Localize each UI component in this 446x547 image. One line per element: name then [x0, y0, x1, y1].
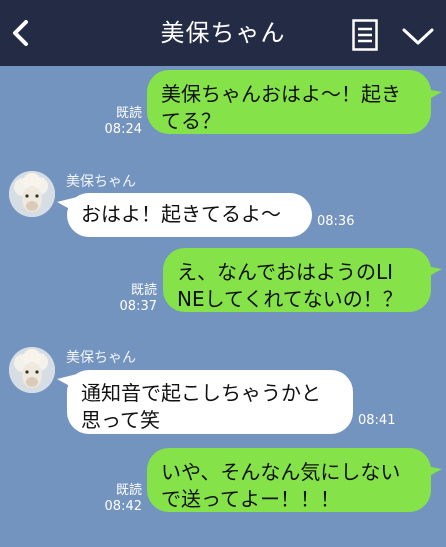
message-bubble-received[interactable]: 通知音で起こしちゃうかと 思って笑 — [67, 370, 353, 434]
sender-name: 美保ちゃん — [66, 350, 136, 366]
message-line: え、なんでおはようのLI — [177, 260, 394, 284]
sheep-avatar-icon — [9, 347, 55, 393]
message-time: 08:24 — [104, 122, 142, 137]
message-bubble-sent[interactable]: いや、そんなん気にしない で送ってよー！！！ — [147, 448, 431, 512]
message-time: 08:41 — [358, 413, 396, 428]
message-line: おはよ！起きてるよ～ — [81, 202, 281, 226]
chevron-down-icon[interactable] — [401, 25, 435, 47]
message-line: 美保ちゃんおはよ～！起き — [161, 82, 401, 106]
message-line: NEしてくれてないの！？ — [177, 287, 403, 311]
message-time: 08:42 — [104, 499, 142, 514]
read-receipt: 既読 08:37 — [111, 283, 157, 315]
document-list-icon[interactable] — [352, 19, 378, 51]
avatar[interactable] — [9, 347, 55, 393]
message-line: で送ってよー！！！ — [161, 487, 340, 511]
avatar[interactable] — [9, 171, 55, 217]
message-line: 思って笑 — [81, 408, 160, 432]
read-label: 既読 — [115, 483, 142, 498]
read-receipt: 既読 08:42 — [96, 483, 142, 515]
message-time: 08:36 — [317, 214, 355, 229]
message-line: 通知音で起こしちゃうかと — [81, 381, 321, 405]
message-time: 08:37 — [119, 299, 157, 314]
chat-header: 美保ちゃん — [0, 0, 446, 66]
read-label: 既読 — [115, 106, 142, 121]
sheep-avatar-icon — [9, 171, 55, 217]
message-bubble-sent[interactable]: 美保ちゃんおはよ～！起き てる？ — [147, 70, 431, 134]
message-line: てる？ — [161, 109, 221, 133]
message-bubble-received[interactable]: おはよ！起きてるよ～ — [67, 193, 312, 237]
sender-name: 美保ちゃん — [66, 174, 136, 190]
message-bubble-sent[interactable]: え、なんでおはようのLI NEしてくれてないの！？ — [163, 248, 431, 312]
chat-title: 美保ちゃん — [160, 19, 286, 47]
message-line: いや、そんなん気にしない — [161, 460, 401, 484]
read-receipt: 既読 08:24 — [96, 106, 142, 138]
read-label: 既読 — [130, 283, 157, 298]
